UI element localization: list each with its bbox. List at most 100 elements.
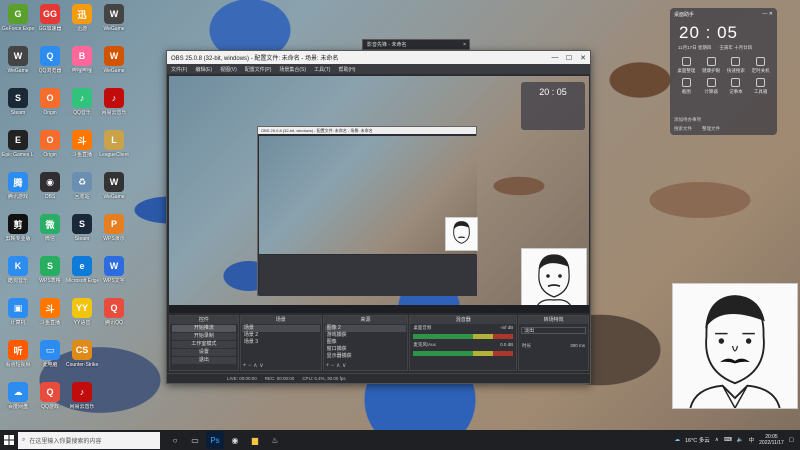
close-icon[interactable]: × [463, 42, 466, 48]
menu-item[interactable]: 编辑(E) [195, 66, 212, 73]
menu-item[interactable]: 帮助(H) [338, 66, 355, 73]
obs-icon[interactable]: ◉ [226, 431, 244, 449]
desktop-icon[interactable]: W WPS文字 [98, 254, 130, 284]
app-icon: 听 [8, 340, 28, 360]
source-item[interactable]: 显示器捕获 [325, 353, 407, 360]
photoshop-icon[interactable]: Ps [206, 431, 224, 449]
start-button[interactable] [0, 430, 18, 450]
desktop-icon[interactable]: 腾腾讯游戏 [2, 170, 34, 200]
desktop-icon[interactable]: G GeForce Experience [2, 2, 34, 32]
weather-text[interactable]: 16°C 多云 [685, 436, 710, 444]
source-item[interactable]: 游戏捕获 [325, 332, 407, 339]
desktop-icon[interactable]: 斗斗鱼直播 [66, 128, 98, 158]
chevron-up-icon[interactable]: ∧ [715, 437, 719, 443]
desktop-icon[interactable]: 听看点短视频 [2, 338, 34, 368]
desktop-icon[interactable]: GG GG加速器 [34, 2, 66, 32]
desktop-icon[interactable]: W WeGame [98, 2, 130, 32]
desktop-icon[interactable]: 微微信 [34, 212, 66, 242]
popup-window[interactable]: 影音先锋 - 未命名 × [362, 39, 470, 50]
menu-item[interactable]: 场景集合(S) [279, 66, 306, 73]
control-button[interactable]: 工作室模式 [172, 341, 236, 348]
desktop-icon[interactable]: W WeGame [2, 44, 34, 74]
transition-select[interactable]: 淡出 [521, 327, 586, 334]
volume-meter[interactable] [413, 351, 514, 356]
language-indicator[interactable]: 中 [749, 436, 755, 444]
desktop-icon[interactable]: ▣ 计算机 [2, 296, 34, 326]
desktop-icon[interactable]: ♪ 网易云音乐 [66, 380, 98, 410]
desktop-icon[interactable]: 剪剪映专业版 [2, 212, 34, 242]
menu-item[interactable]: 视图(V) [220, 66, 237, 73]
desktop-icon[interactable]: Q QQ游戏 [34, 380, 66, 410]
close-icon[interactable]: ✕ [576, 54, 590, 62]
taskbar-search[interactable]: ⌕ 在这里输入你要搜索的内容 [18, 431, 160, 449]
desktop-icon[interactable]: L LeagueClient [98, 128, 130, 158]
minimize-icon[interactable]: — [548, 54, 562, 61]
network-icon[interactable]: ⌨ [724, 437, 732, 443]
scene-item[interactable]: 场景 3 [242, 339, 320, 346]
desktop-icon[interactable]: ▭ 此电脑 [34, 338, 66, 368]
desktop-icon-label: 网易云音乐 [101, 110, 127, 116]
desktop-icon[interactable]: K 酷狗音乐 [2, 254, 34, 284]
todo-add[interactable]: 添加待办事项 [674, 117, 701, 123]
widget-tool[interactable]: 截图 [674, 78, 699, 95]
widget-tool[interactable]: 工具箱 [748, 78, 773, 95]
desktop-icon[interactable]: S WPS表格 [34, 254, 66, 284]
widget-tool[interactable]: 记事本 [724, 78, 749, 95]
widget-tool[interactable]: 计算器 [699, 78, 724, 95]
desktop-icon[interactable]: 迅迅游 [66, 2, 98, 32]
desktop-icon[interactable]: O Origin [34, 128, 66, 158]
desktop-icon[interactable]: W WeGame [98, 44, 130, 74]
dock-footer[interactable]: + − ∧ ∨ [326, 362, 347, 369]
control-button[interactable]: 退出 [172, 357, 236, 364]
widget-tool[interactable]: 健康护眼 [699, 57, 724, 74]
desktop-icon[interactable]: CS Counter-Strike Global [66, 338, 98, 368]
desktop-icon[interactable]: S Steam [2, 86, 34, 116]
preview-canvas[interactable]: 20 : 05 OBS 25.0.8 (32-bit, windows) - 配… [169, 76, 589, 313]
duration-input[interactable]: 300 ms [570, 343, 585, 349]
volume-icon[interactable]: 🔈 [737, 437, 744, 443]
desktop-icon[interactable]: YY YY语音 [66, 296, 98, 326]
obs-titlebar[interactable]: OBS 25.0.8 (32-bit, windows) - 配置文件: 未命名… [167, 51, 590, 64]
widget-tool[interactable]: 快速搜索 [724, 57, 749, 74]
scene-item[interactable]: 场景 [241, 325, 320, 332]
notification-icon[interactable]: ▢ [789, 437, 794, 443]
widget-footer-link[interactable]: 搜索文件 [674, 126, 692, 132]
source-item[interactable]: 图像 [325, 339, 407, 346]
desktop-icon[interactable]: 斗斗鱼直播 [34, 296, 66, 326]
task-view-icon[interactable]: ▭ [186, 431, 204, 449]
maximize-icon[interactable]: ☐ [562, 54, 576, 62]
volume-meter[interactable] [413, 334, 514, 339]
desktop-icon[interactable]: ♪ 网易云音乐 [98, 86, 130, 116]
control-button[interactable]: 设置 [172, 349, 236, 356]
folder-icon[interactable]: ▆ [246, 431, 264, 449]
menu-item[interactable]: 工具(T) [314, 66, 330, 73]
source-item[interactable]: 图像 2 [324, 325, 407, 332]
desktop-icon[interactable]: ♻ 回收站 [66, 170, 98, 200]
scene-item[interactable]: 场景 2 [242, 332, 320, 339]
dock-footer[interactable]: + − ∧ ∨ [243, 362, 264, 369]
desktop-icon[interactable]: P WPS演示 [98, 212, 130, 242]
desktop-icon[interactable]: W WeGame [98, 170, 130, 200]
widget-tool[interactable]: 桌面整理 [674, 57, 699, 74]
menu-item[interactable]: 配置文件(P) [245, 66, 272, 73]
desktop-icon[interactable]: ◉ OBS [34, 170, 66, 200]
desktop-icon[interactable]: Q QQ浏览器 [34, 44, 66, 74]
desktop-icon[interactable]: ☁ 百度网盘 [2, 380, 34, 410]
widget-footer-link[interactable]: 整理文件 [702, 126, 720, 132]
desktop-icon[interactable]: O Origin [34, 86, 66, 116]
source-item[interactable]: 窗口捕获 [325, 346, 407, 353]
desktop-icon[interactable]: ♪ QQ音乐 [66, 86, 98, 116]
taskbar-clock[interactable]: 20:05 2022/11/17 [759, 434, 784, 446]
steam-icon[interactable]: ♨ [266, 431, 284, 449]
desktop-icon[interactable]: S Steam [66, 212, 98, 242]
control-button[interactable]: 开始推流 [172, 325, 236, 332]
desktop-icon[interactable]: e Microsoft Edge [66, 254, 98, 284]
widget-tool[interactable]: 定时关机 [748, 57, 773, 74]
menu-item[interactable]: 文件(F) [171, 66, 187, 73]
control-button[interactable]: 开始录制 [172, 333, 236, 340]
desktop-icon[interactable]: E Epic Games Launcher [2, 128, 34, 158]
cortana-icon[interactable]: ○ [166, 431, 184, 449]
desktop-icon[interactable]: Q 腾讯QQ [98, 296, 130, 326]
desktop-icon[interactable]: B 哔哩哔哩 [66, 44, 98, 74]
close-icon[interactable]: — ✕ [762, 11, 773, 18]
